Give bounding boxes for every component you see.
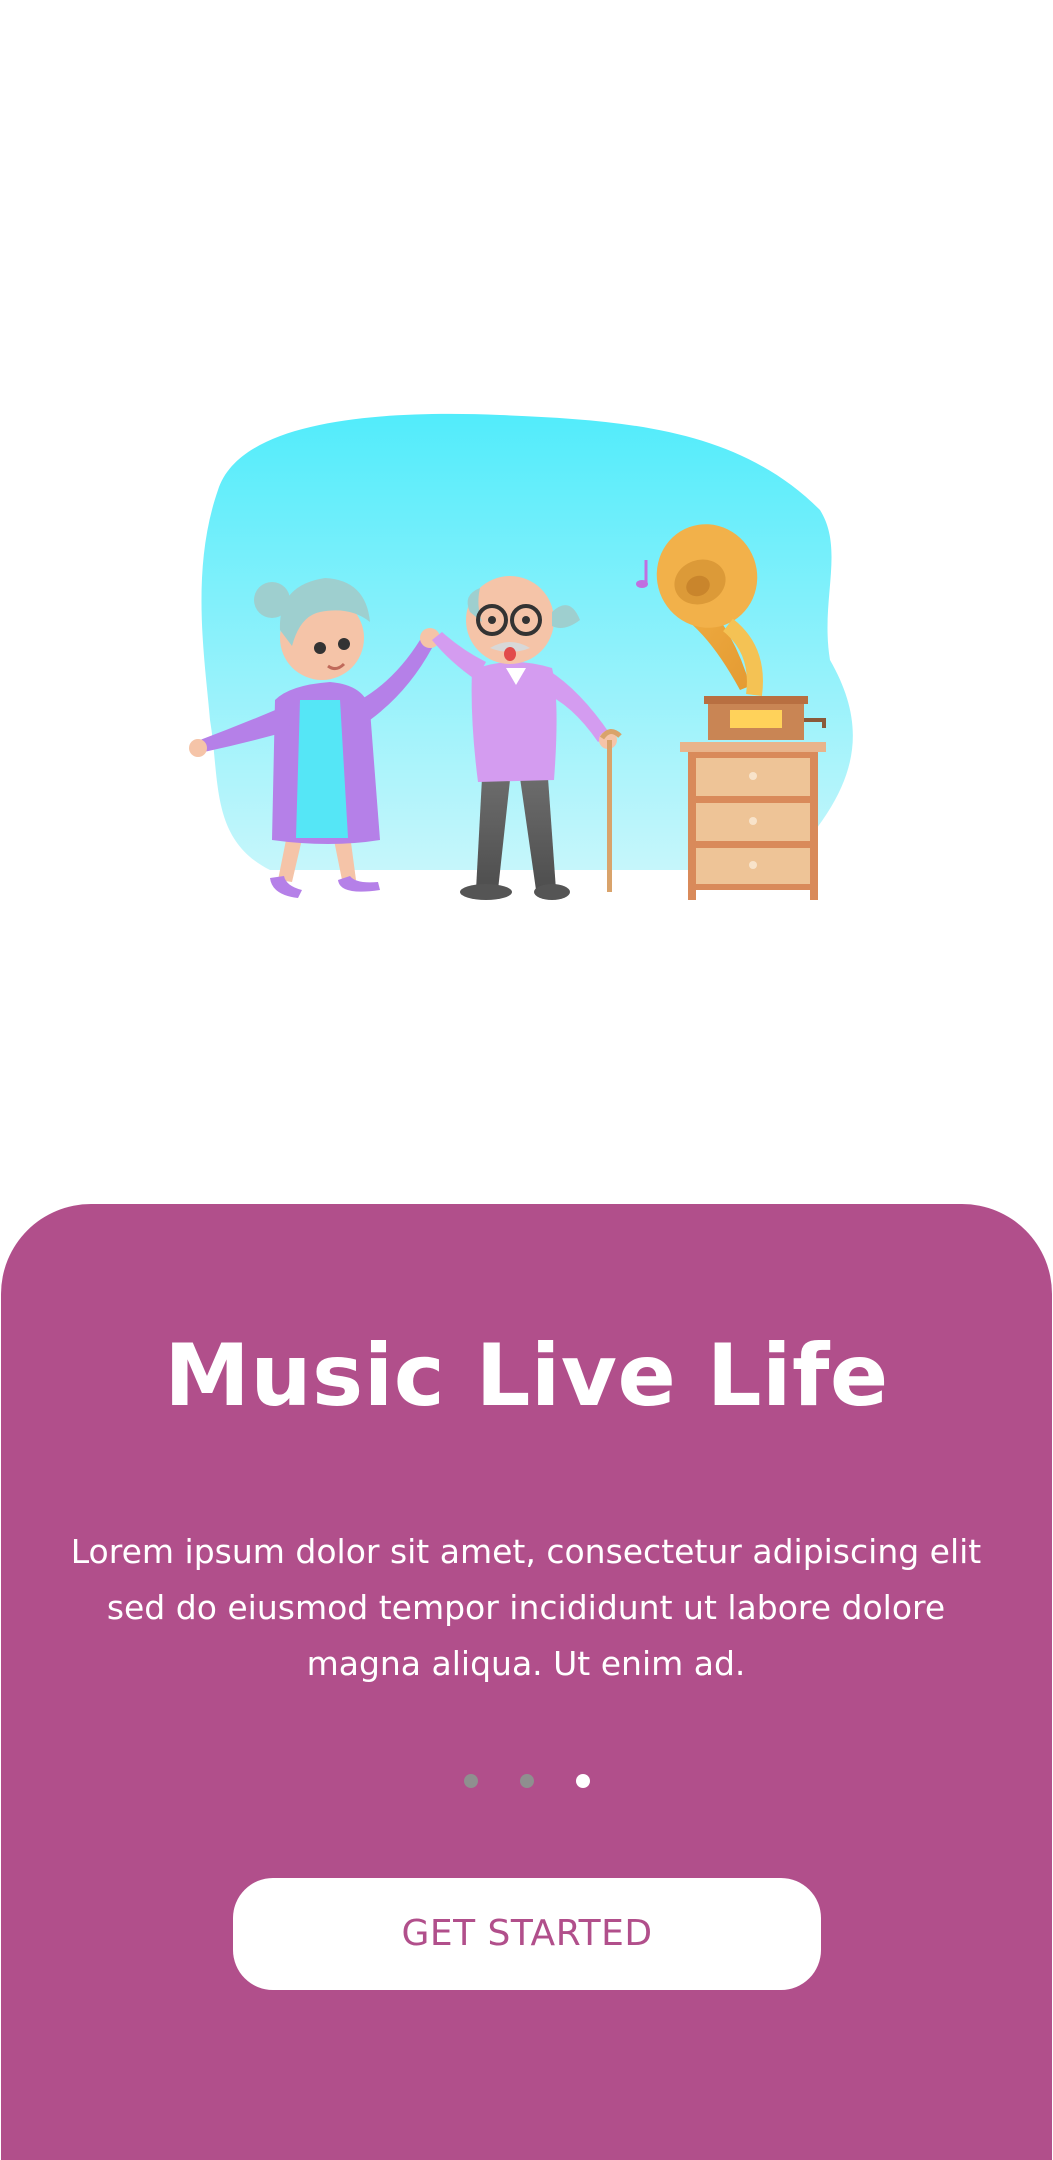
pagination-dot-3-active[interactable] [575,1774,590,1788]
elderly-couple-dancing-illustration-icon [180,400,880,920]
pagination-dot-1[interactable] [463,1774,478,1788]
pagination-dots [1,1774,1052,1790]
pagination-dot-2[interactable] [519,1774,534,1788]
page-description: Lorem ipsum dolor sit amet, consectetur … [70,1532,982,1683]
page-title: Music Live Life [164,1326,889,1426]
onboarding-screen: Music Live Life Lorem ipsum dolor sit am… [0,0,1053,2160]
onboarding-panel: Music Live Life Lorem ipsum dolor sit am… [1,1204,1052,2160]
get-started-button[interactable]: GET STARTED [233,1878,821,1990]
